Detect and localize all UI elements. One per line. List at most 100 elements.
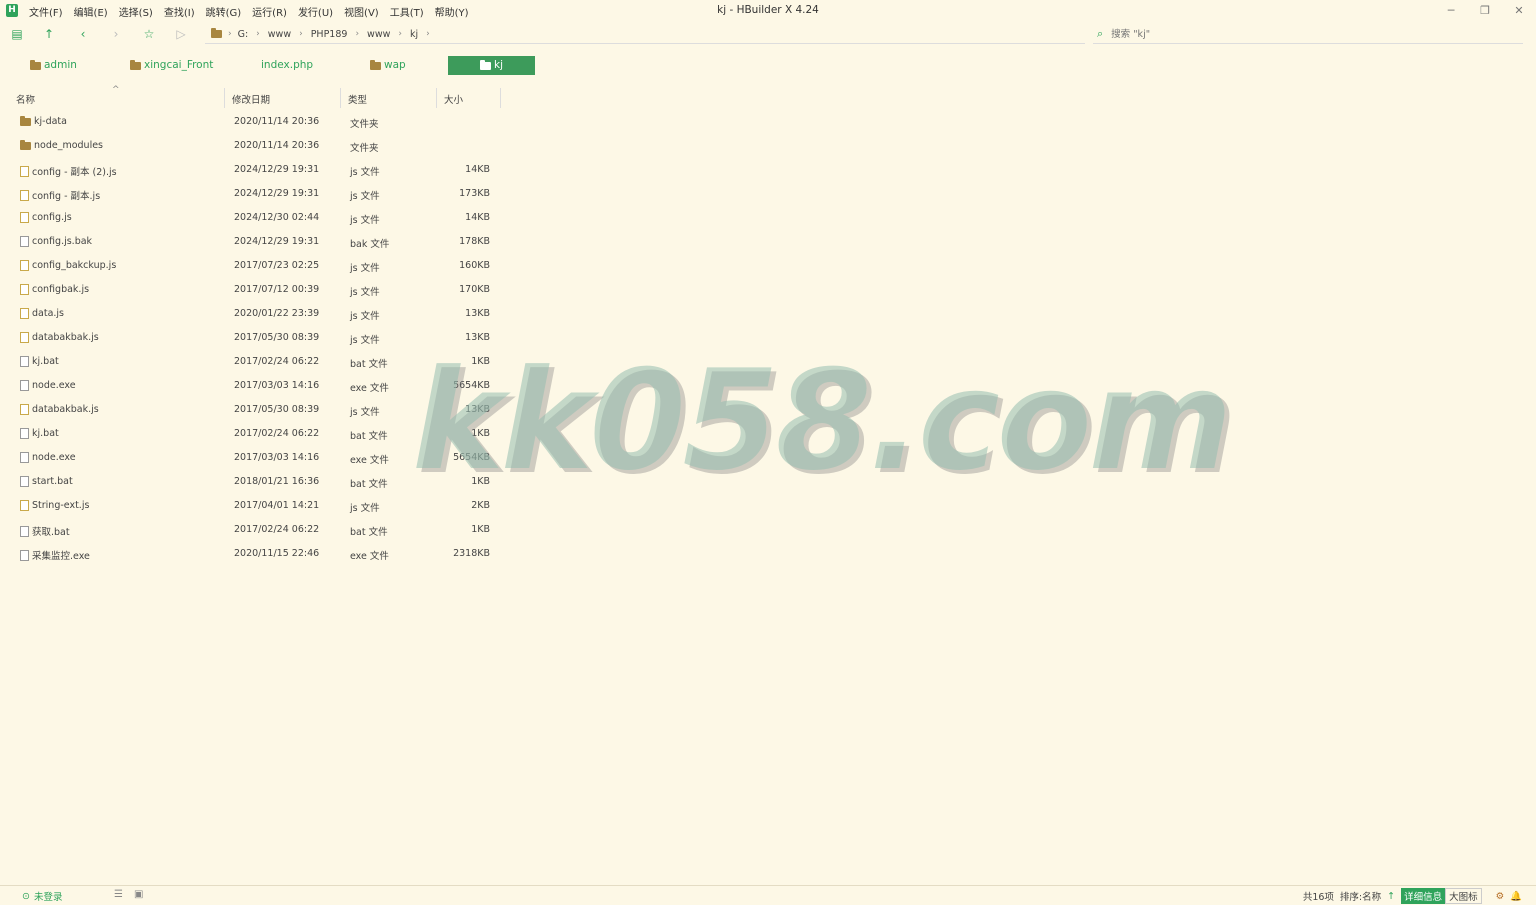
menu-item[interactable]: 查找(I): [164, 4, 195, 19]
table-row[interactable]: data.js 2020/01/22 23:39 js 文件 13KB: [0, 302, 520, 326]
table-row[interactable]: config_bakckup.js 2017/07/23 02:25 js 文件 16…: [0, 254, 520, 278]
search-input[interactable]: [1109, 27, 1514, 41]
bell-icon[interactable]: 🔔: [1510, 891, 1522, 902]
js-file-icon: [20, 404, 29, 415]
column-type[interactable]: 类型: [348, 92, 367, 106]
file-icon: [20, 356, 29, 367]
file-name: kj.bat: [32, 428, 59, 439]
table-row[interactable]: config - 副本.js 2024/12/29 19:31 js 文件 173KB: [0, 182, 520, 206]
sort-label[interactable]: 排序:名称: [1340, 889, 1381, 903]
table-row[interactable]: 获取.bat 2017/02/24 06:22 bat 文件 1KB: [0, 518, 520, 542]
file-name-cell: configbak.js: [20, 284, 89, 295]
table-row[interactable]: node.exe 2017/03/03 14:16 exe 文件 5654KB: [0, 374, 520, 398]
back-icon[interactable]: ‹: [76, 27, 90, 41]
table-row[interactable]: kj.bat 2017/02/24 06:22 bat 文件 1KB: [0, 350, 520, 374]
file-size: 170KB: [459, 284, 490, 295]
breadcrumb-item[interactable]: www: [367, 29, 390, 40]
tab-xingcai-front[interactable]: xingcai_Front: [130, 56, 213, 75]
chevron-right-icon[interactable]: ›: [398, 29, 402, 39]
file-name: node_modules: [34, 140, 104, 151]
tab-admin[interactable]: admin: [30, 56, 77, 75]
tab-kj[interactable]: kj: [448, 56, 535, 75]
table-row[interactable]: node.exe 2017/03/03 14:16 exe 文件 5654KB: [0, 446, 520, 470]
file-icon: [20, 380, 29, 391]
breadcrumb-item[interactable]: G:: [238, 29, 249, 40]
login-status[interactable]: ⊙ 未登录: [22, 889, 62, 904]
play-icon[interactable]: ▷: [174, 27, 188, 41]
star-icon[interactable]: ☆: [142, 27, 156, 41]
detail-view-button[interactable]: 详细信息: [1401, 888, 1446, 904]
file-name-cell: kj.bat: [20, 428, 59, 439]
file-date: 2017/04/01 14:21: [234, 500, 320, 511]
table-row[interactable]: node_modules 2020/11/14 20:36 文件夹: [0, 134, 520, 158]
up-icon[interactable]: ↑: [42, 27, 56, 41]
file-date: 2017/02/24 06:22: [234, 524, 320, 535]
tab-wap[interactable]: wap: [370, 56, 406, 75]
tab-index-php[interactable]: index.php: [261, 56, 313, 75]
table-row[interactable]: configbak.js 2017/07/12 00:39 js 文件 170KB: [0, 278, 520, 302]
breadcrumb-item[interactable]: kj: [410, 29, 418, 40]
big-icon-view-button[interactable]: 大图标: [1445, 888, 1482, 904]
menu-item[interactable]: 文件(F): [29, 4, 63, 19]
menu-item[interactable]: 工具(T): [390, 4, 424, 19]
file-type: bak 文件: [350, 239, 390, 250]
close-button[interactable]: ✕: [1502, 0, 1536, 22]
js-file-icon: [20, 284, 29, 295]
search-box[interactable]: ⌕: [1093, 25, 1523, 44]
menu-item[interactable]: 选择(S): [119, 4, 153, 19]
chevron-right-icon[interactable]: ›: [299, 29, 303, 39]
menu-item[interactable]: 帮助(Y): [435, 4, 469, 19]
file-list-header: 名称 ^ 修改日期 类型 大小: [0, 85, 520, 108]
table-row[interactable]: databakbak.js 2017/05/30 08:39 js 文件 13KB: [0, 326, 520, 350]
file-date: 2017/05/30 08:39: [234, 332, 320, 343]
chevron-right-icon[interactable]: ›: [256, 29, 260, 39]
table-row[interactable]: databakbak.js 2017/05/30 08:39 js 文件 13KB: [0, 398, 520, 422]
table-row[interactable]: String-ext.js 2017/04/01 14:21 js 文件 2KB: [0, 494, 520, 518]
file-name-cell: config.js: [20, 212, 72, 223]
terminal-icon[interactable]: ▣: [134, 889, 143, 900]
address-bar[interactable]: › G: › www › PHP189 › www › kj ›: [205, 25, 1085, 44]
column-divider[interactable]: [436, 88, 437, 108]
chevron-right-icon[interactable]: ›: [355, 29, 359, 39]
list-icon[interactable]: ☰: [114, 889, 123, 900]
minimize-button[interactable]: ─: [1434, 0, 1468, 22]
file-name: kj.bat: [32, 356, 59, 367]
file-icon: [20, 549, 29, 561]
settings-icon[interactable]: ⚙: [1496, 891, 1505, 902]
table-row[interactable]: config.js 2024/12/30 02:44 js 文件 14KB: [0, 206, 520, 230]
restore-button[interactable]: ❐: [1468, 0, 1502, 22]
table-row[interactable]: start.bat 2018/01/21 16:36 bat 文件 1KB: [0, 470, 520, 494]
breadcrumb-item[interactable]: www: [268, 29, 291, 40]
forward-icon[interactable]: ›: [109, 27, 123, 41]
table-row[interactable]: config - 副本 (2).js 2024/12/29 19:31 js 文件 1…: [0, 158, 520, 182]
table-row[interactable]: 采集监控.exe 2020/11/15 22:46 exe 文件 2318KB: [0, 542, 520, 566]
chevron-right-icon[interactable]: ›: [426, 29, 430, 39]
menu-item[interactable]: 编辑(E): [74, 4, 108, 19]
column-divider[interactable]: [500, 88, 501, 108]
menu-item[interactable]: 视图(V): [344, 4, 379, 19]
file-date: 2017/05/30 08:39: [234, 404, 320, 415]
table-row[interactable]: config.js.bak 2024/12/29 19:31 bak 文件 178KB: [0, 230, 520, 254]
column-divider[interactable]: [224, 88, 225, 108]
file-size: 2KB: [471, 500, 490, 511]
menu-item[interactable]: 跳转(G): [206, 4, 242, 19]
chevron-right-icon: ›: [228, 29, 232, 39]
table-row[interactable]: kj.bat 2017/02/24 06:22 bat 文件 1KB: [0, 422, 520, 446]
js-file-icon: [20, 165, 29, 177]
column-name[interactable]: 名称: [16, 92, 35, 106]
sort-asc-icon: ^: [112, 85, 120, 95]
file-name: databakbak.js: [32, 332, 99, 343]
column-size[interactable]: 大小: [444, 92, 463, 106]
file-type: js 文件: [350, 263, 380, 274]
title-bar: H 文件(F) 编辑(E) 选择(S) 查找(I) 跳转(G) 运行(R) 发行(U) 视图(…: [0, 0, 1536, 22]
new-file-icon[interactable]: ▤: [10, 27, 24, 41]
column-date[interactable]: 修改日期: [232, 92, 270, 106]
table-row[interactable]: kj-data 2020/11/14 20:36 文件夹: [0, 110, 520, 134]
breadcrumb-item[interactable]: PHP189: [311, 29, 348, 40]
column-divider[interactable]: [340, 88, 341, 108]
file-icon: [20, 525, 29, 537]
menu-item[interactable]: 发行(U): [298, 4, 333, 19]
file-name: 采集监控.exe: [32, 551, 90, 562]
menu-item[interactable]: 运行(R): [252, 4, 287, 19]
sort-direction-icon[interactable]: ↑: [1387, 891, 1395, 902]
